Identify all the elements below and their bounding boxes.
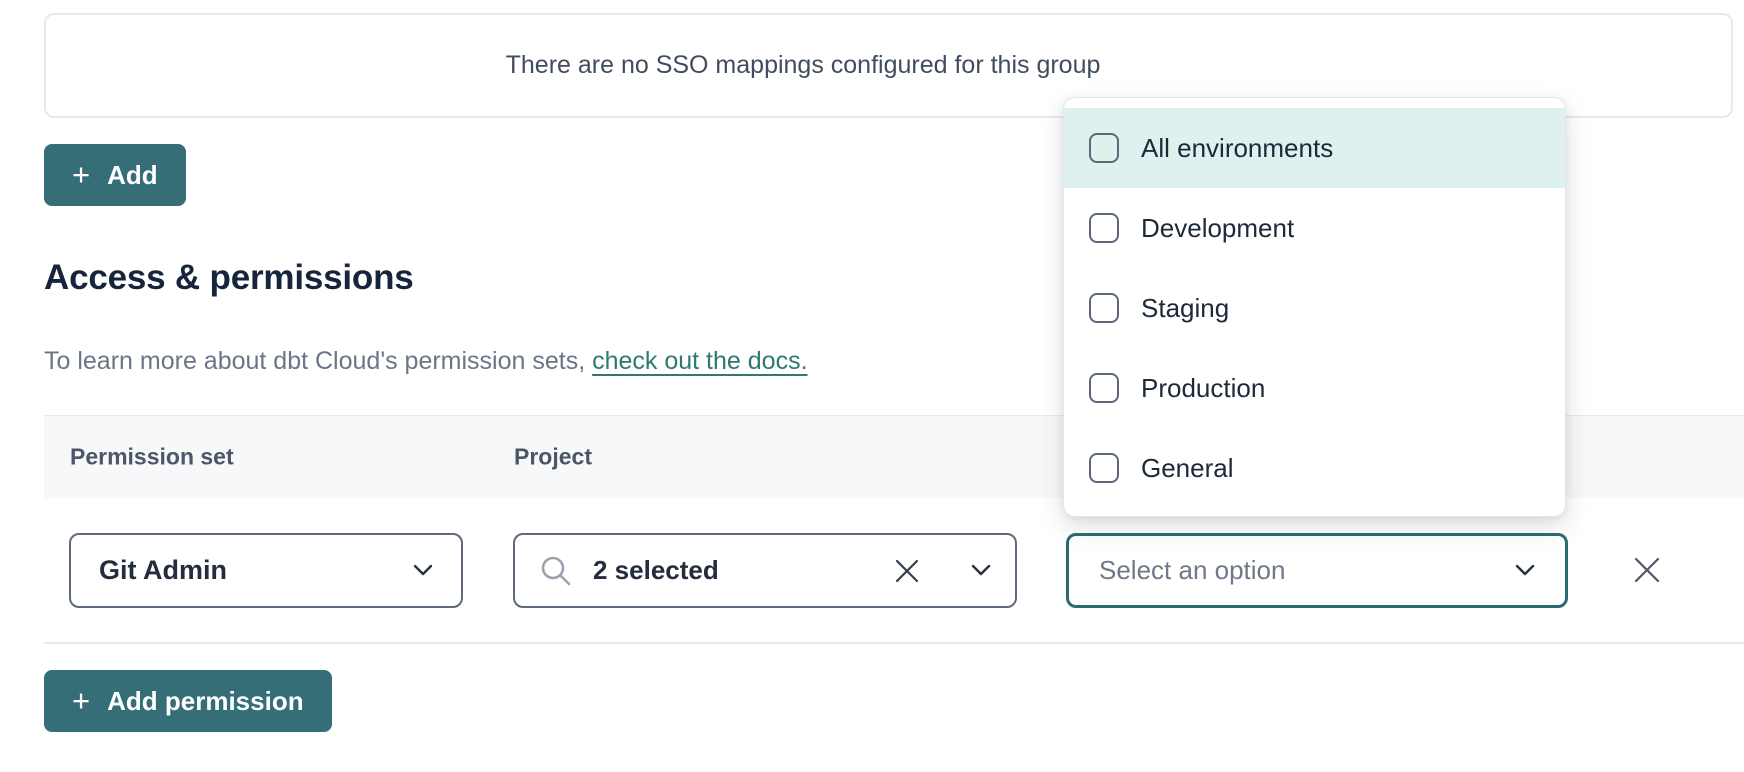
clear-selection-icon[interactable] <box>893 557 921 585</box>
dropdown-option-general[interactable]: General <box>1064 428 1565 508</box>
close-icon <box>1631 554 1663 586</box>
dropdown-option-production[interactable]: Production <box>1064 348 1565 428</box>
dropdown-option-label: All environments <box>1141 133 1333 164</box>
add-button-label: Add <box>107 160 158 191</box>
add-sso-mapping-button[interactable]: + Add <box>44 144 186 206</box>
description-text: To learn more about dbt Cloud's permissi… <box>44 347 592 375</box>
section-title: Access & permissions <box>44 258 414 298</box>
section-description: To learn more about dbt Cloud's permissi… <box>44 347 808 376</box>
chevron-down-icon <box>1515 564 1535 577</box>
checkbox-icon[interactable] <box>1089 373 1119 403</box>
dropdown-option-all-environments[interactable]: All environments <box>1064 108 1565 188</box>
dropdown-option-label: General <box>1141 453 1234 484</box>
environment-dropdown-menu: All environments Development Staging Pro… <box>1063 97 1566 517</box>
column-header-permission-set: Permission set <box>70 444 234 471</box>
sso-empty-message: There are no SSO mappings configured for… <box>46 51 1560 80</box>
checkbox-icon[interactable] <box>1089 133 1119 163</box>
dropdown-option-label: Development <box>1141 213 1294 244</box>
checkbox-icon[interactable] <box>1089 453 1119 483</box>
project-select-value: 2 selected <box>593 555 719 586</box>
dropdown-option-label: Staging <box>1141 293 1229 324</box>
dropdown-option-development[interactable]: Development <box>1064 188 1565 268</box>
add-permission-button-label: Add permission <box>107 686 303 717</box>
checkbox-icon[interactable] <box>1089 293 1119 323</box>
checkbox-icon[interactable] <box>1089 213 1119 243</box>
remove-row-button[interactable] <box>1630 553 1664 587</box>
permission-set-select[interactable]: Git Admin <box>69 533 463 608</box>
environment-select[interactable]: Select an option <box>1066 533 1568 608</box>
permission-set-value: Git Admin <box>99 555 227 586</box>
search-icon <box>539 554 573 588</box>
plus-icon: + <box>72 159 90 190</box>
chevron-down-icon <box>971 564 991 577</box>
environment-select-placeholder: Select an option <box>1099 555 1285 586</box>
dropdown-option-label: Production <box>1141 373 1265 404</box>
plus-icon: + <box>72 685 90 716</box>
chevron-down-icon <box>413 564 433 577</box>
dropdown-option-staging[interactable]: Staging <box>1064 268 1565 348</box>
add-permission-button[interactable]: + Add permission <box>44 670 332 732</box>
column-header-project: Project <box>514 444 592 471</box>
docs-link[interactable]: check out the docs. <box>592 347 807 375</box>
project-select[interactable]: 2 selected <box>513 533 1017 608</box>
group-settings-page: There are no SSO mappings configured for… <box>0 0 1744 772</box>
